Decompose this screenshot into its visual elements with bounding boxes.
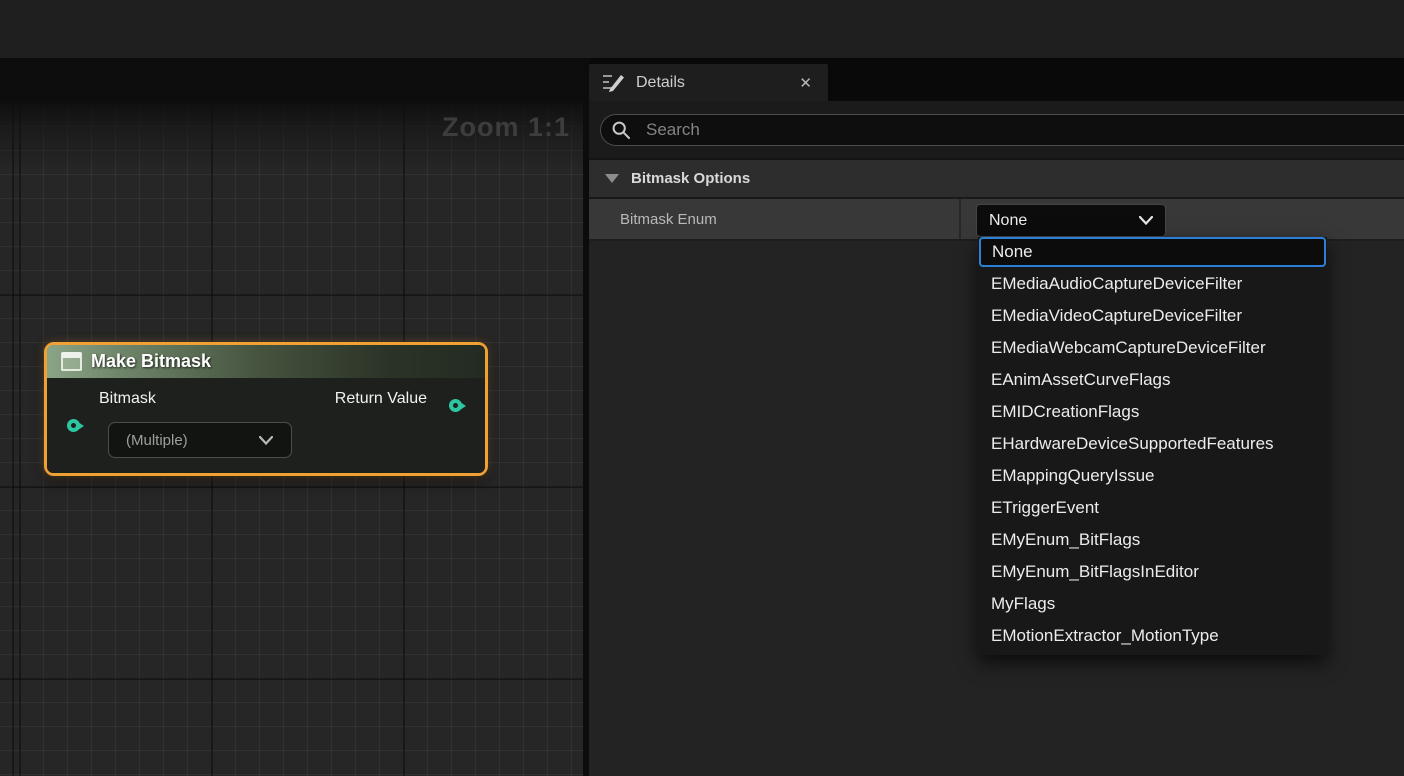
chevron-down-icon bbox=[259, 436, 273, 445]
details-icon bbox=[600, 71, 626, 95]
property-name-cell: Bitmask Enum bbox=[589, 199, 961, 239]
node-title: Make Bitmask bbox=[91, 351, 211, 372]
dropdown-option[interactable]: EMyEnum_BitFlagsInEditor bbox=[978, 556, 1327, 588]
top-toolbar bbox=[0, 0, 1404, 58]
dropdown-option[interactable]: None bbox=[979, 237, 1326, 267]
bitmask-pin-label: Bitmask bbox=[99, 390, 156, 408]
return-value-output-pin[interactable] bbox=[449, 399, 462, 412]
node-header[interactable]: Make Bitmask bbox=[47, 345, 485, 378]
section-bitmask-options[interactable]: Bitmask Options bbox=[589, 160, 1404, 199]
tab-details[interactable]: Details ✕ bbox=[589, 64, 828, 101]
return-value-label: Return Value bbox=[335, 390, 427, 408]
enum-dropdown-menu: None EMediaAudioCaptureDeviceFilter EMed… bbox=[978, 237, 1327, 655]
bitmask-input-pin[interactable] bbox=[67, 419, 80, 432]
bitmask-enum-dropdown[interactable]: None bbox=[976, 204, 1166, 237]
make-struct-icon bbox=[61, 352, 82, 371]
dropdown-option[interactable]: EHardwareDeviceSupportedFeatures bbox=[978, 428, 1327, 460]
bitmask-enum-row: Bitmask Enum None bbox=[589, 199, 1404, 241]
app-window: Zoom 1:1 Make Bitmask Bitmask (Multiple)… bbox=[0, 0, 1404, 776]
details-panel: Details ✕ Bitmask Options Bitmask Enum bbox=[589, 58, 1404, 776]
close-icon[interactable]: ✕ bbox=[799, 74, 812, 92]
dropdown-option[interactable]: MyFlags bbox=[978, 588, 1327, 620]
bitmask-enum-selected-value: None bbox=[977, 212, 1139, 230]
section-title: Bitmask Options bbox=[631, 170, 750, 187]
search-icon bbox=[611, 120, 631, 140]
tab-bar: Details ✕ bbox=[589, 58, 1404, 101]
chevron-down-icon bbox=[1139, 216, 1153, 225]
dropdown-option[interactable]: EAnimAssetCurveFlags bbox=[978, 364, 1327, 396]
dropdown-option[interactable]: EMyEnum_BitFlags bbox=[978, 524, 1327, 556]
dropdown-option[interactable]: EMotionExtractor_MotionType bbox=[978, 620, 1327, 652]
search-row bbox=[589, 101, 1404, 158]
property-value-cell: None bbox=[961, 199, 1404, 239]
zoom-level-indicator: Zoom 1:1 bbox=[442, 112, 570, 143]
dropdown-option[interactable]: EMediaWebcamCaptureDeviceFilter bbox=[978, 332, 1327, 364]
search-bar[interactable] bbox=[600, 114, 1404, 146]
blueprint-graph-canvas[interactable]: Zoom 1:1 Make Bitmask Bitmask (Multiple)… bbox=[0, 58, 583, 776]
tab-details-label: Details bbox=[636, 74, 799, 92]
dropdown-option[interactable]: ETriggerEvent bbox=[978, 492, 1327, 524]
dropdown-option[interactable]: EMediaAudioCaptureDeviceFilter bbox=[978, 268, 1327, 300]
dropdown-option[interactable]: EMIDCreationFlags bbox=[978, 396, 1327, 428]
search-input[interactable] bbox=[646, 120, 1404, 140]
bitmask-value-text: (Multiple) bbox=[109, 432, 259, 449]
node-body: Bitmask (Multiple) Return Value bbox=[47, 378, 485, 473]
make-bitmask-node[interactable]: Make Bitmask Bitmask (Multiple) Return V… bbox=[44, 342, 488, 476]
dropdown-option[interactable]: EMappingQueryIssue bbox=[978, 460, 1327, 492]
collapse-triangle-icon[interactable] bbox=[605, 174, 619, 183]
property-label: Bitmask Enum bbox=[620, 211, 717, 228]
dropdown-option[interactable]: EMediaVideoCaptureDeviceFilter bbox=[978, 300, 1327, 332]
bitmask-value-dropdown[interactable]: (Multiple) bbox=[108, 422, 292, 458]
